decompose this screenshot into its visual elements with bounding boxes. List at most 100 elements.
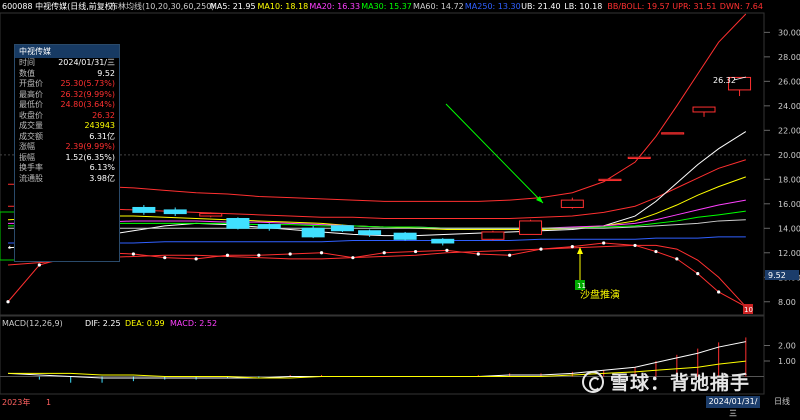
candle — [199, 213, 223, 217]
signal-dot — [225, 253, 230, 257]
info-value: 26.32(9.99%) — [60, 89, 115, 99]
info-value: 26.32 — [92, 110, 115, 120]
candle — [519, 220, 543, 235]
y-tick-label: 28.00 — [778, 53, 800, 62]
candle — [661, 132, 685, 135]
signal-square-label: 11 — [577, 282, 586, 290]
info-row: 换手率 6.13% — [15, 163, 119, 174]
candle — [431, 238, 455, 244]
info-key: 换手率 — [19, 163, 43, 172]
y-tick-label: 30.00 — [778, 28, 800, 37]
y-tick-label: 20.00 — [778, 151, 800, 160]
signal-dot — [654, 249, 658, 254]
info-key: 开盘价 — [19, 79, 43, 88]
signal-dot — [445, 248, 449, 252]
watermark-text: 雪球：背弛捕手 — [610, 372, 751, 394]
header-item: LB: 10.18 — [564, 2, 602, 11]
indicator-name[interactable]: 布林均线(10,20,30,60,250) — [110, 1, 214, 11]
macd-dea: DEA: 0.99 — [125, 319, 165, 328]
info-key: 数值 — [19, 68, 35, 78]
y-tick-label: 12.00 — [778, 249, 800, 258]
signal-dot — [163, 256, 167, 260]
macd-dif: DIF: 2.25 — [85, 319, 121, 328]
info-rows: 时间 2024/01/31/三 数值 9.52 开盘价 25.30(5.73%) 最高价 26… — [15, 58, 119, 184]
y-tick-label: 18.00 — [778, 175, 800, 184]
green-arrow — [445, 103, 544, 204]
candle — [358, 230, 382, 235]
info-row: 成交额 6.31亿 — [15, 132, 119, 143]
signal-dot — [539, 247, 543, 251]
header-item: UPR: 31.51 — [672, 2, 716, 11]
candle — [692, 106, 716, 113]
y-tick-label: 8.00 — [778, 298, 796, 307]
y-tick-label: 14.00 — [778, 224, 800, 233]
header-item: MA20: 16.33 — [309, 2, 360, 11]
info-row: 数值 9.52 — [15, 69, 119, 80]
macd-tick-label: 1.00 — [778, 357, 796, 366]
signal-dot — [413, 249, 418, 254]
signal-dot — [508, 253, 512, 257]
signal-dot — [131, 252, 136, 256]
info-value: 6.31亿 — [89, 131, 115, 141]
y-tick-label: 16.00 — [778, 200, 800, 209]
stock-title[interactable]: 600088 中视传媒(日线,前复权) — [2, 1, 116, 11]
signal-dot — [351, 256, 355, 260]
last-dot-label: 10 — [744, 306, 753, 314]
header-item: MA250: 13.30 — [465, 2, 521, 11]
footer-year: 2023年 — [2, 397, 30, 407]
info-row: 振幅 1.52(6.35%) — [15, 153, 119, 164]
candles — [17, 76, 752, 246]
info-key: 涨幅 — [19, 142, 35, 151]
info-key: 最高价 — [19, 89, 43, 99]
signal-dot — [633, 243, 637, 248]
current-value: 9.52 — [768, 271, 786, 280]
candle — [481, 231, 505, 240]
watermark: 雪球：背弛捕手 — [582, 368, 750, 395]
info-key: 最低价 — [19, 100, 43, 109]
chart-header: 600088 中视传媒(日线,前复权) 布林均线(10,20,30,60,250… — [2, 1, 763, 11]
info-panel-title: 中视传媒 — [15, 45, 119, 58]
info-value: 24.80(3.64%) — [60, 100, 115, 109]
info-panel[interactable]: 中视传媒 时间 2024/01/31/三 数值 9.52 开盘价 25.30(5.73%)… — [14, 44, 120, 262]
signal-dot — [6, 300, 10, 304]
header-item: MA30: 15.37 — [361, 2, 412, 11]
info-key: 收盘价 — [19, 110, 43, 120]
y-tick-label: 26.00 — [778, 77, 800, 86]
y-tick-label: 22.00 — [778, 126, 800, 135]
candle — [226, 217, 250, 229]
signal-dot — [602, 241, 606, 245]
footer-month: 1 — [46, 398, 51, 407]
info-key: 成交量 — [19, 121, 43, 130]
info-key: 振幅 — [19, 152, 35, 162]
signal-dot — [696, 271, 700, 276]
period-label[interactable]: 日线 — [774, 396, 790, 408]
candle — [598, 178, 622, 182]
info-key: 时间 — [19, 58, 35, 67]
price-axis: 30.00 28.00 26.00 24.00 22.00 20.00 18.00 16.00… — [778, 28, 800, 306]
info-value: 25.30(5.73%) — [60, 79, 115, 88]
candle — [163, 209, 187, 215]
header-item: UB: 21.40 — [521, 2, 560, 11]
info-row: 时间 2024/01/31/三 — [15, 58, 119, 69]
signal-dot — [717, 290, 721, 294]
signal-dot — [257, 253, 261, 257]
y-tick-label: 24.00 — [778, 102, 800, 111]
signal-dot — [288, 252, 292, 256]
candle — [301, 227, 325, 238]
info-key: 流通股 — [19, 173, 43, 183]
indicator-values: MA5: 21.95 MA10: 18.18 MA20: 16.33 MA30: 15… — [210, 2, 763, 11]
macd-title[interactable]: MACD(12,26,9) — [2, 319, 63, 328]
header-item: MA10: 18.18 — [258, 2, 309, 11]
signal-dot — [476, 252, 480, 256]
info-value: 6.13% — [89, 163, 115, 172]
candle — [257, 224, 281, 229]
info-value: 9.52 — [97, 68, 115, 78]
signal-dot — [37, 263, 41, 267]
signal-dot — [570, 245, 574, 249]
info-value: 243943 — [84, 121, 115, 130]
candle — [132, 206, 156, 213]
header-item: MA5: 21.95 — [210, 2, 256, 11]
info-row: 最低价 24.80(3.64%) — [15, 100, 119, 111]
candle — [560, 199, 584, 208]
current-date[interactable]: 2024/01/31/三 — [706, 396, 760, 418]
